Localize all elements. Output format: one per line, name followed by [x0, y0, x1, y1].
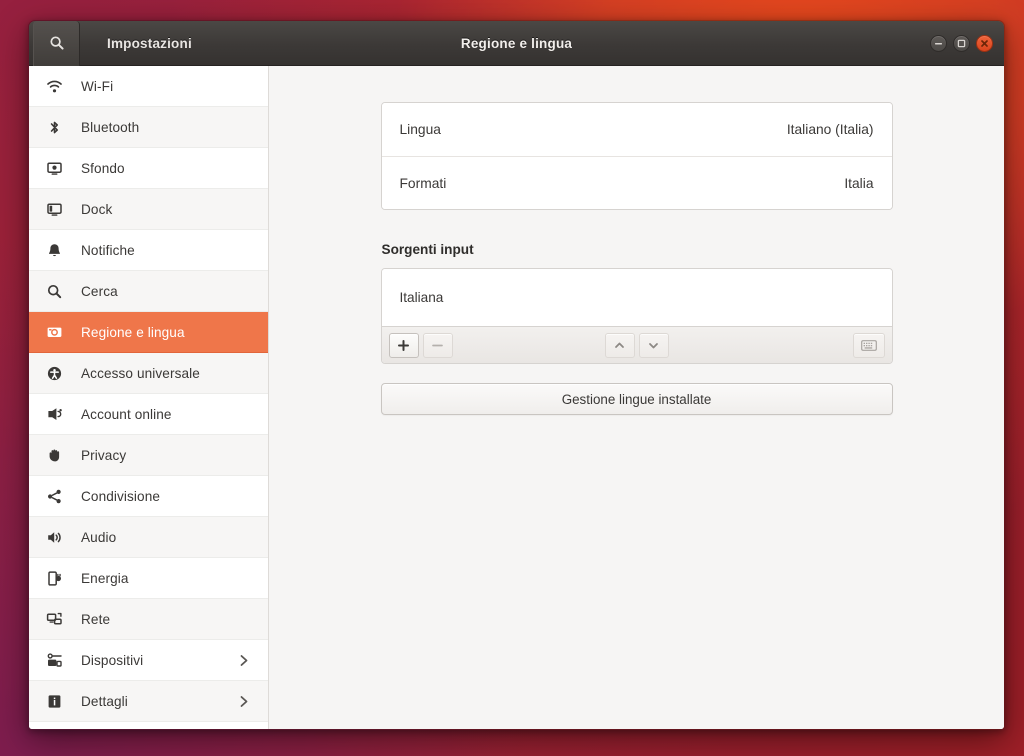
language-value: Italiano (Italia) [786, 122, 874, 137]
chevron-down-icon [647, 339, 660, 352]
sidebar-item-label: Regione e lingua [81, 324, 185, 340]
formats-value: Italia [844, 175, 874, 191]
wifi-icon [43, 78, 65, 95]
sidebar-item-label: Account online [81, 406, 172, 422]
sidebar-item-account-online[interactable]: Account online [29, 394, 268, 435]
sidebar-item-label: Energia [81, 570, 129, 586]
window-titlebar: Impostazioni Regione e lingua [29, 21, 1004, 66]
bell-icon [43, 242, 65, 259]
search-icon [49, 35, 65, 51]
settings-window: Impostazioni Regione e lingua Wi-Fi Blue… [28, 20, 1005, 730]
sidebar-item-wi-fi[interactable]: Wi-Fi [29, 66, 268, 107]
sidebar-item-label: Bluetooth [81, 119, 140, 135]
app-title: Impostazioni [107, 35, 192, 51]
accessibility-icon [43, 365, 65, 382]
window-body: Wi-Fi Bluetooth Sfondo Dock Notifiche Cerca Re… [29, 66, 1004, 729]
keyboard-icon [860, 339, 877, 351]
sidebar-item-label: Sfondo [81, 160, 125, 176]
sidebar-item-audio[interactable]: Audio [29, 517, 268, 558]
setting-row-language[interactable]: Lingua Italiano (Italia) [381, 103, 892, 156]
sidebar-item-label: Privacy [81, 447, 127, 463]
input-sources-frame: Italiana [380, 268, 893, 364]
sidebar-item-cerca[interactable]: Cerca [29, 271, 268, 312]
sidebar-item-rete[interactable]: Rete [29, 599, 268, 640]
speaker-icon [43, 529, 65, 546]
sidebar-item-sfondo[interactable]: Sfondo [29, 148, 268, 189]
sidebar-item-notifiche[interactable]: Notifiche [29, 230, 268, 271]
sidebar-item-label: Dettagli [81, 693, 128, 709]
add-input-source-button[interactable] [388, 332, 419, 358]
sidebar-item-bluetooth[interactable]: Bluetooth [29, 107, 268, 148]
sidebar-item-regione-e-lingua[interactable]: Regione e lingua [29, 312, 268, 353]
settings-content: Lingua Italiano (Italia) Formati Italia … [269, 66, 1004, 729]
chevron-up-icon [613, 339, 626, 352]
sidebar-item-accesso-universale[interactable]: Accesso universale [29, 353, 268, 394]
sidebar-item-label: Rete [81, 611, 111, 627]
input-sources-list: Italiana [381, 269, 892, 326]
region-settings-card: Lingua Italiano (Italia) Formati Italia [380, 102, 893, 210]
close-button[interactable] [976, 34, 993, 52]
details-icon [43, 693, 65, 710]
move-up-button[interactable] [604, 332, 635, 358]
close-icon [980, 39, 989, 48]
share-icon [43, 488, 65, 505]
minimize-button[interactable] [930, 34, 947, 52]
sidebar-item-label: Dispositivi [81, 652, 144, 668]
formats-label: Formati [399, 175, 447, 191]
background-icon [43, 160, 65, 177]
sidebar-item-label: Notifiche [81, 242, 135, 258]
remove-input-source-button[interactable] [422, 332, 453, 358]
sidebar-item-dettagli[interactable]: Dettagli [29, 681, 268, 722]
sidebar-item-label: Cerca [81, 283, 118, 299]
sidebar-item-label: Condivisione [81, 488, 161, 504]
search-button[interactable] [33, 21, 80, 66]
setting-row-formats[interactable]: Formati Italia [381, 156, 892, 209]
devices-icon [43, 652, 65, 669]
plus-icon [397, 339, 410, 352]
sidebar-item-label: Audio [81, 529, 117, 545]
input-sources-heading: Sorgenti input [381, 242, 474, 257]
minus-icon [431, 339, 444, 352]
sidebar-item-dock[interactable]: Dock [29, 189, 268, 230]
chevron-right-icon [238, 654, 250, 667]
input-sources-toolbar [381, 326, 892, 363]
move-down-button[interactable] [638, 332, 669, 358]
dock-icon [43, 201, 65, 218]
sidebar-item-label: Wi-Fi [81, 78, 114, 94]
reorder-buttons [604, 332, 669, 358]
sidebar-item-dispositivi[interactable]: Dispositivi [29, 640, 268, 681]
maximize-button[interactable] [953, 34, 970, 52]
power-icon [43, 570, 65, 587]
region-language-icon [43, 324, 65, 341]
language-label: Lingua [399, 122, 441, 137]
sidebar-item-label: Dock [81, 201, 113, 217]
sidebar-item-label: Accesso universale [81, 365, 200, 381]
sidebar-item-condivisione[interactable]: Condivisione [29, 476, 268, 517]
network-icon [43, 611, 65, 628]
search-icon [43, 283, 65, 300]
hand-icon [43, 447, 65, 464]
show-keyboard-layout-button[interactable] [852, 332, 885, 358]
list-item[interactable]: Italiana [400, 290, 444, 305]
bluetooth-icon [43, 119, 65, 136]
sidebar-item-privacy[interactable]: Privacy [29, 435, 268, 476]
sidebar-item-energia[interactable]: Energia [29, 558, 268, 599]
settings-sidebar: Wi-Fi Bluetooth Sfondo Dock Notifiche Cerca Re… [29, 66, 269, 729]
chevron-right-icon [238, 695, 250, 708]
manage-installed-languages-button[interactable]: Gestione lingue installate [380, 383, 893, 415]
window-controls [930, 34, 993, 52]
online-accounts-icon [43, 406, 65, 423]
minimize-icon [934, 39, 943, 48]
maximize-icon [957, 39, 966, 48]
